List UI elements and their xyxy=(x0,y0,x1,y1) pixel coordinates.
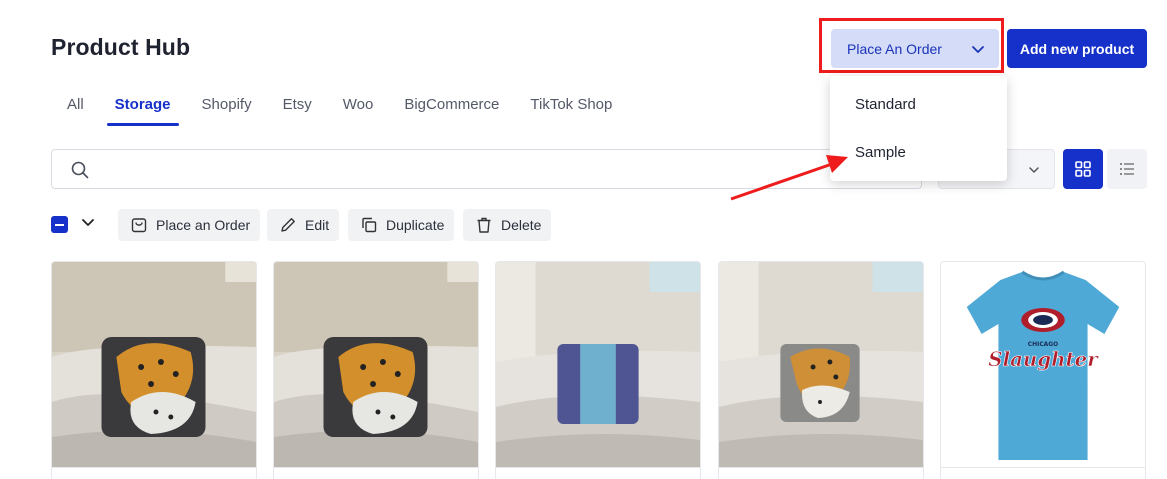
product-card[interactable] xyxy=(718,261,924,479)
dropdown-item-sample[interactable]: Sample xyxy=(855,144,906,161)
add-new-product-button[interactable]: Add new product xyxy=(1007,29,1147,68)
tab-all[interactable]: All xyxy=(67,96,84,113)
trash-icon xyxy=(477,217,491,233)
chevron-down-icon xyxy=(1029,167,1039,173)
tab-woo[interactable]: Woo xyxy=(343,96,374,113)
product-image-leopard-pillow xyxy=(52,262,256,467)
tab-shopify[interactable]: Shopify xyxy=(202,96,252,113)
card-footer xyxy=(941,467,1145,479)
shirt-brand-text: Slaughter xyxy=(988,347,1099,371)
bulk-delete-label: Delete xyxy=(501,217,542,233)
select-options-chevron-icon[interactable] xyxy=(81,215,95,229)
product-card[interactable]: CHICAGO Slaughter xyxy=(940,261,1146,479)
card-footer xyxy=(274,467,478,479)
card-footer xyxy=(52,467,256,479)
grid-icon xyxy=(1075,161,1091,177)
duplicate-icon xyxy=(362,217,377,233)
product-image-striped-pillow xyxy=(496,262,700,467)
card-footer xyxy=(719,467,923,479)
search-input[interactable] xyxy=(51,149,922,189)
product-card[interactable] xyxy=(273,261,479,479)
list-icon xyxy=(1120,163,1134,175)
place-order-dropdown-menu: Standard Sample xyxy=(830,76,1007,181)
product-image-blue-tshirt: CHICAGO Slaughter xyxy=(941,262,1145,467)
tab-bigcommerce[interactable]: BigCommerce xyxy=(404,96,499,113)
bulk-edit-button[interactable]: Edit xyxy=(267,209,340,241)
bulk-place-order-label: Place an Order xyxy=(156,217,251,233)
annotation-highlight-box xyxy=(819,18,1004,73)
dropdown-item-standard[interactable]: Standard xyxy=(855,96,916,113)
bulk-duplicate-label: Duplicate xyxy=(386,217,445,233)
bulk-delete-button[interactable]: Delete xyxy=(463,209,552,241)
card-footer xyxy=(496,467,700,479)
product-card[interactable] xyxy=(495,261,701,479)
bulk-place-order-button[interactable]: Place an Order xyxy=(118,209,261,241)
tab-storage[interactable]: Storage xyxy=(106,96,179,126)
grid-view-button[interactable] xyxy=(1063,149,1103,189)
select-all-checkbox[interactable] xyxy=(51,216,68,233)
pencil-icon xyxy=(281,218,295,232)
bulk-edit-label: Edit xyxy=(305,217,330,233)
bulk-duplicate-button[interactable]: Duplicate xyxy=(348,209,455,241)
channel-tabs: All Storage Shopify Etsy Woo BigCommerce… xyxy=(67,96,643,126)
page-title: Product Hub xyxy=(51,34,191,60)
product-image-leopard-pillow xyxy=(274,262,478,467)
tab-tiktok-shop[interactable]: TikTok Shop xyxy=(530,96,612,113)
shopping-bag-icon xyxy=(131,218,147,233)
tab-etsy[interactable]: Etsy xyxy=(283,96,312,113)
product-card[interactable] xyxy=(51,261,257,479)
list-view-button[interactable] xyxy=(1107,149,1147,189)
search-icon xyxy=(71,161,89,179)
product-image-small-leopard-pillow xyxy=(719,262,923,467)
